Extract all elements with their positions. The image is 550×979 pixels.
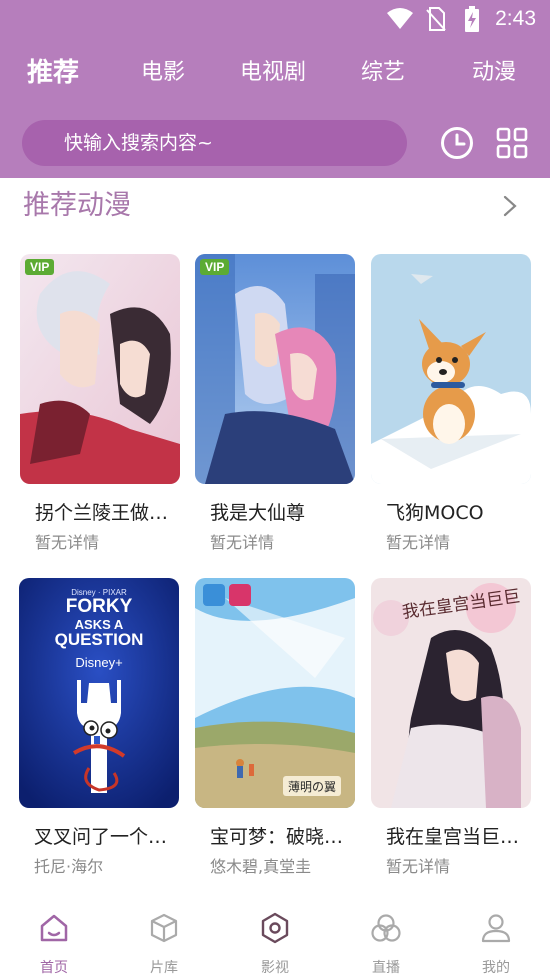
section-header: 推荐动漫 — [0, 178, 550, 238]
anime-card[interactable]: 我在皇宫当巨巨 我在皇宫当巨… 暂无详情 — [371, 578, 531, 878]
anime-card[interactable]: 飞狗MOCO 暂无详情 — [371, 254, 531, 554]
clock-icon — [441, 127, 473, 159]
tabbar-label: 影视 — [261, 960, 289, 976]
category-grid-button[interactable] — [492, 123, 532, 163]
battery-charging-icon — [459, 6, 485, 32]
tab-variety[interactable]: 综艺 — [361, 50, 405, 96]
tabbar-item-live[interactable]: 直播 — [346, 909, 426, 979]
section-title: 推荐动漫 — [23, 190, 131, 221]
top-nav: 推荐 电影 电视剧 综艺 动漫 — [0, 50, 550, 96]
poster-image[interactable]: 我在皇宫当巨巨 — [371, 578, 531, 808]
card-subtitle: 暂无详情 — [386, 857, 451, 876]
card-title: 我在皇宫当巨… — [386, 826, 520, 848]
card-subtitle: 托尼·海尔 — [34, 857, 104, 876]
anime-card[interactable]: VIP 我是大仙尊 暂无详情 — [195, 254, 355, 554]
card-title: 叉叉问了一个… — [34, 826, 168, 848]
tabbar-label: 片库 — [150, 960, 178, 976]
tabbar-label: 我的 — [482, 960, 510, 976]
section-more-button[interactable] — [496, 192, 524, 220]
tabbar-label: 首页 — [40, 960, 68, 976]
chevron-right-icon — [503, 195, 517, 217]
card-subtitle: 暂无详情 — [386, 533, 451, 552]
circles-icon — [369, 911, 403, 945]
poster-image[interactable]: VIP — [20, 254, 180, 484]
card-title: 拐个兰陵王做… — [35, 502, 169, 524]
poster-title-text: 薄明の翼 — [288, 779, 336, 794]
grid-icon — [496, 127, 528, 159]
anime-card[interactable]: 薄明の翼 宝可梦：破晓… 悠木碧,真堂圭 — [195, 578, 355, 878]
bottom-tab-bar: 首页 片库 影视 直播 我的 — [0, 903, 550, 979]
search-input[interactable]: 快输入搜索内容~ — [22, 120, 407, 166]
card-title: 飞狗MOCO — [386, 502, 484, 524]
tab-tv-series[interactable]: 电视剧 — [240, 50, 306, 96]
search-placeholder: 快输入搜索内容~ — [64, 132, 213, 154]
poster-image[interactable] — [371, 254, 531, 484]
no-sim-icon — [423, 6, 449, 32]
card-title: 宝可梦：破晓… — [210, 826, 344, 848]
search-row: 快输入搜索内容~ — [0, 120, 550, 168]
vip-badge: VIP — [25, 259, 55, 275]
poster-line-3: QUESTION — [55, 630, 144, 649]
tab-anime[interactable]: 动漫 — [472, 50, 516, 96]
poster-line-1: FORKY — [66, 596, 133, 617]
card-subtitle: 暂无详情 — [35, 533, 100, 552]
hexagon-icon — [258, 911, 292, 945]
status-bar: 2:43 — [0, 0, 550, 40]
poster-image[interactable]: 薄明の翼 — [195, 578, 355, 808]
cube-icon — [147, 911, 181, 945]
card-title: 我是大仙尊 — [210, 502, 306, 524]
poster-image[interactable]: Disney · PIXAR FORKY ASKS A QUESTION Dis… — [19, 578, 179, 808]
card-subtitle: 悠木碧,真堂圭 — [210, 857, 312, 876]
vip-badge: VIP — [200, 259, 230, 275]
poster-brand: Disney+ — [75, 655, 122, 670]
home-icon — [37, 911, 71, 945]
tabbar-item-home[interactable]: 首页 — [14, 909, 94, 979]
anime-card[interactable]: Disney · PIXAR FORKY ASKS A QUESTION Dis… — [19, 578, 179, 878]
user-icon — [479, 911, 513, 945]
app-header: 2:43 推荐 电影 电视剧 综艺 动漫 快输入搜索内容~ — [0, 0, 550, 178]
card-subtitle: 暂无详情 — [210, 533, 275, 552]
tabbar-item-profile[interactable]: 我的 — [456, 909, 536, 979]
poster-image[interactable]: VIP — [195, 254, 355, 484]
tabbar-label: 直播 — [372, 960, 400, 976]
history-button[interactable] — [437, 123, 477, 163]
status-time: 2:43 — [495, 7, 536, 30]
anime-card[interactable]: VIP 拐个兰陵王做… 暂无详情 — [20, 254, 180, 554]
wifi-icon — [387, 6, 414, 32]
tabbar-item-video[interactable]: 影视 — [235, 909, 315, 979]
tab-recommend[interactable]: 推荐 — [27, 50, 79, 96]
tabbar-item-library[interactable]: 片库 — [124, 909, 204, 979]
tab-movie[interactable]: 电影 — [141, 50, 185, 96]
